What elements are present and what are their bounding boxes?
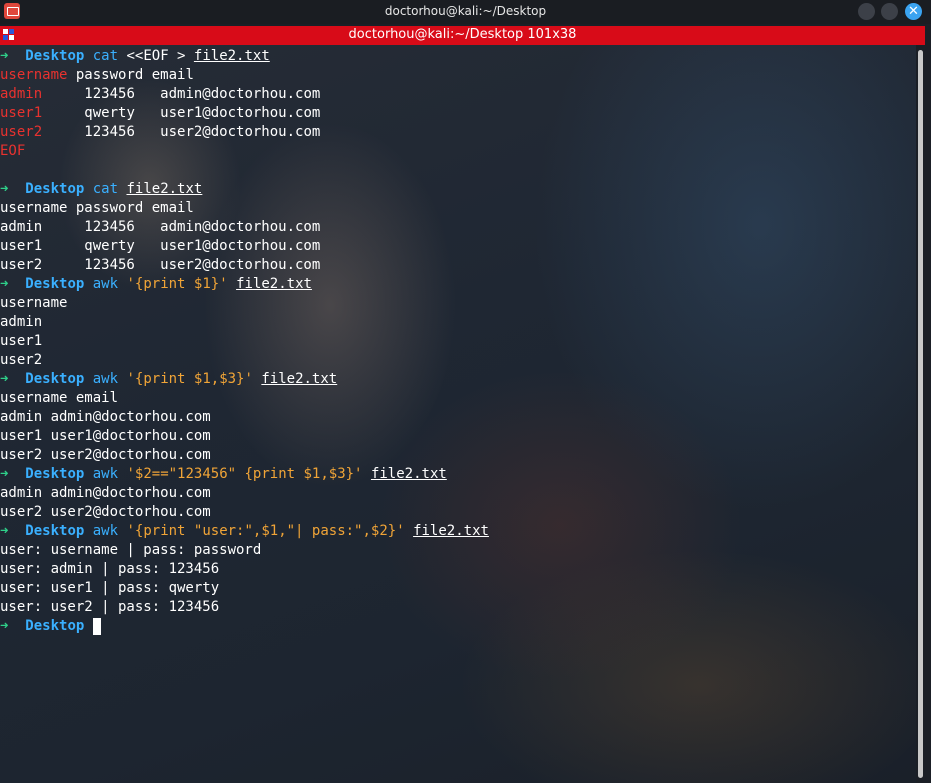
file-argument: file2.txt xyxy=(370,466,447,482)
output-line: user2 user2@doctorhou.com xyxy=(0,504,211,520)
prompt-arrow: ➜ xyxy=(0,618,9,634)
command-line: ➜ Desktop awk '{print "user:",$1,"| pass… xyxy=(0,522,489,541)
window-title: doctorhou@kali:~/Desktop xyxy=(384,4,547,18)
awk-program: '{print $1}' xyxy=(126,276,228,292)
maximize-button[interactable] xyxy=(881,3,898,20)
command-name: awk xyxy=(92,523,119,539)
prompt-directory: Desktop xyxy=(25,371,85,387)
command-line: ➜ Desktop awk '{print $1}' file2.txt xyxy=(0,275,489,294)
prompt-directory: Desktop xyxy=(25,48,85,64)
output-line: username xyxy=(0,295,68,311)
output-line: admin admin@doctorhou.com xyxy=(0,409,211,425)
scrollbar-thumb[interactable] xyxy=(918,50,923,778)
output-line: username email xyxy=(0,390,119,406)
prompt-arrow: ➜ xyxy=(0,181,9,197)
output-line: user: user2 | pass: 123456 xyxy=(0,599,220,615)
command-name: awk xyxy=(92,276,119,292)
output-line: user1 xyxy=(0,333,43,349)
output-line: user2 xyxy=(0,352,43,368)
heredoc-first-word: admin xyxy=(0,86,43,102)
close-button[interactable]: ✕ xyxy=(905,3,922,20)
active-prompt-line[interactable]: ➜ Desktop xyxy=(0,617,489,636)
awk-program: '{print $1,$3}' xyxy=(126,371,253,387)
command-name: awk xyxy=(92,466,119,482)
command-line: ➜ Desktop cat file2.txt xyxy=(0,180,489,199)
file-argument: file2.txt xyxy=(261,371,338,387)
output-line: admin admin@doctorhou.com xyxy=(0,485,211,501)
heredoc-line: user1 qwerty user1@doctorhou.com xyxy=(0,104,489,123)
terminal-output[interactable]: ➜ Desktop cat <<EOF > file2.txt username… xyxy=(0,45,916,783)
output-line: user2 123456 user2@doctorhou.com xyxy=(0,257,321,273)
output-line: admin xyxy=(0,314,43,330)
heredoc-line: admin 123456 admin@doctorhou.com xyxy=(0,85,489,104)
command-name: awk xyxy=(92,371,119,387)
heredoc-rest: 123456 admin@doctorhou.com xyxy=(42,86,321,102)
command-line: ➜ Desktop awk '{print $1,$3}' file2.txt xyxy=(0,370,489,389)
heredoc-rest: password email xyxy=(67,67,194,83)
output-line: username password email xyxy=(0,200,194,216)
prompt-arrow: ➜ xyxy=(0,466,9,482)
prompt-arrow: ➜ xyxy=(0,371,9,387)
heredoc-line: user2 123456 user2@doctorhou.com xyxy=(0,123,489,142)
text-cursor[interactable] xyxy=(92,617,101,635)
command-args: <<EOF > xyxy=(118,48,194,64)
output-line: user: user1 | pass: qwerty xyxy=(0,580,220,596)
file-argument: file2.txt xyxy=(413,523,489,539)
title-bar[interactable]: doctorhou@kali:~/Desktop ✕ xyxy=(0,0,931,24)
command-name: cat xyxy=(92,181,119,197)
terminal-tab[interactable]: doctorhou@kali:~/Desktop 101x38 xyxy=(0,26,925,45)
tab-title: doctorhou@kali:~/Desktop 101x38 xyxy=(348,27,577,42)
awk-program: '$2=="123456" {print $1,$3}' xyxy=(126,466,363,482)
heredoc-rest: qwerty user1@doctorhou.com xyxy=(42,105,321,121)
heredoc-first-word: user2 xyxy=(0,124,43,140)
heredoc-first-word: username xyxy=(0,67,68,83)
file-argument: file2.txt xyxy=(126,181,203,197)
output-line: admin 123456 admin@doctorhou.com xyxy=(0,219,321,235)
command-line: ➜ Desktop awk '$2=="123456" {print $1,$3… xyxy=(0,465,489,484)
file-argument: file2.txt xyxy=(193,48,270,64)
output-line: user: admin | pass: 123456 xyxy=(0,561,220,577)
output-line: user1 user1@doctorhou.com xyxy=(0,428,211,444)
prompt-directory: Desktop xyxy=(25,181,85,197)
prompt-arrow: ➜ xyxy=(0,48,9,64)
output-line: user1 qwerty user1@doctorhou.com xyxy=(0,238,321,254)
heredoc-rest: 123456 user2@doctorhou.com xyxy=(42,124,321,140)
minimize-button[interactable] xyxy=(858,3,875,20)
heredoc-first-word: user1 xyxy=(0,105,43,121)
awk-program: '{print "user:",$1,"| pass:",$2}' xyxy=(126,523,405,539)
prompt-arrow: ➜ xyxy=(0,523,9,539)
heredoc-line: EOF xyxy=(0,142,489,161)
prompt-arrow: ➜ xyxy=(0,276,9,292)
heredoc-terminator: EOF xyxy=(0,143,26,159)
command-name: cat xyxy=(92,48,119,64)
output-line: user: username | pass: password xyxy=(0,542,262,558)
prompt-directory: Desktop xyxy=(25,618,85,634)
output-line: user2 user2@doctorhou.com xyxy=(0,447,211,463)
prompt-directory: Desktop xyxy=(25,276,85,292)
heredoc-line: username password email xyxy=(0,66,489,85)
prompt-directory: Desktop xyxy=(25,466,85,482)
file-argument: file2.txt xyxy=(236,276,312,292)
command-line: ➜ Desktop cat <<EOF > file2.txt xyxy=(0,47,489,66)
prompt-directory: Desktop xyxy=(25,523,85,539)
terminal-window: doctorhou@kali:~/Desktop ✕ doctorhou@kal… xyxy=(0,0,931,783)
